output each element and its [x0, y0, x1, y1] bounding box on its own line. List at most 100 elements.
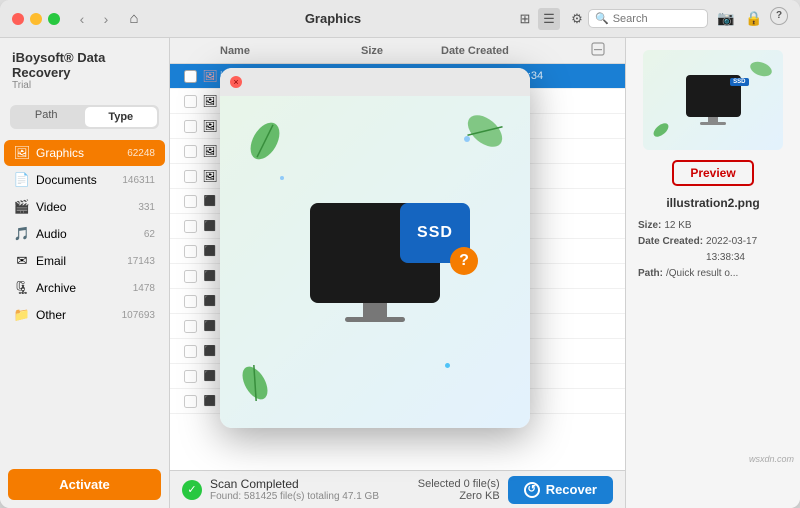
- popup-close-button[interactable]: [230, 76, 242, 88]
- column-headers: Name Size Date Created: [170, 38, 625, 64]
- mac-illustration: SSD ?: [310, 203, 440, 322]
- preview-filename: illustration2.png: [666, 196, 759, 210]
- meta-date-row: Date Created: 2022-03-17 13:38:34: [638, 234, 788, 266]
- selected-info: Selected 0 file(s) Zero KB: [418, 478, 500, 502]
- home-icon[interactable]: ⌂: [124, 9, 144, 29]
- thumb-base: [700, 122, 726, 125]
- other-label: Other: [36, 308, 116, 322]
- graphics-label: Graphics: [36, 146, 121, 160]
- leaf-decoration-tl: [231, 107, 299, 175]
- recover-button[interactable]: ↺ Recover: [508, 476, 613, 504]
- file-type-icon: ⬛: [200, 221, 220, 232]
- tab-path[interactable]: Path: [10, 105, 83, 129]
- meta-size-row: Size: 12 KB: [638, 218, 788, 234]
- list-view-button[interactable]: ☰: [538, 8, 560, 30]
- thumb-screen: SSD: [686, 75, 741, 117]
- ssd-label: SSD: [417, 224, 453, 242]
- documents-count: 146311: [122, 175, 155, 186]
- sidebar-item-email[interactable]: ✉ Email 17143: [4, 248, 165, 274]
- preview-button[interactable]: Preview: [672, 160, 753, 186]
- dot-decoration: [445, 363, 450, 368]
- file-checkbox[interactable]: [180, 95, 200, 108]
- date-meta-label: Date Created:: [638, 234, 703, 266]
- archive-count: 1478: [133, 283, 155, 294]
- app-window: ‹ › ⌂ Graphics ⊞ ☰ ⚙ 🔍 📷 🔒 ? iBoysoft® D…: [0, 0, 800, 508]
- back-button[interactable]: ‹: [72, 9, 92, 29]
- file-type-icon: 🖼: [200, 169, 220, 183]
- mac-screen: SSD ?: [310, 203, 440, 303]
- forward-button[interactable]: ›: [96, 9, 116, 29]
- ssd-illustration: SSD ?: [400, 203, 480, 283]
- file-type-icon: 🖼: [200, 69, 220, 83]
- size-meta-label: Size:: [638, 218, 661, 234]
- ssd-question-mark: ?: [450, 247, 478, 275]
- dot-decoration: [280, 176, 284, 180]
- preview-thumbnail: SSD: [643, 50, 783, 150]
- selected-count: Selected 0 file(s): [418, 478, 500, 490]
- file-checkbox[interactable]: [180, 220, 200, 233]
- name-col-header[interactable]: Name: [220, 45, 361, 57]
- file-checkbox[interactable]: [180, 70, 200, 83]
- leaf-decoration-bl: [221, 349, 289, 417]
- file-type-icon: 🖼: [200, 119, 220, 133]
- meta-path-row: Path: /Quick result o...: [638, 266, 788, 282]
- sidebar-items-list: 🖼 Graphics 62248 📄 Documents 146311 🎬 Vi…: [0, 135, 169, 461]
- popup-titlebar: [220, 68, 530, 96]
- thumb-leaf-2: [649, 118, 673, 142]
- documents-label: Documents: [36, 173, 116, 187]
- file-checkbox[interactable]: [180, 120, 200, 133]
- date-meta-value: 2022-03-17 13:38:34: [706, 234, 788, 266]
- search-input[interactable]: [613, 13, 703, 25]
- sidebar-item-graphics[interactable]: 🖼 Graphics 62248: [4, 140, 165, 166]
- file-area: Name Size Date Created 🖼 illustration2.p…: [170, 38, 625, 508]
- size-col-header[interactable]: Size: [361, 45, 441, 57]
- preview-popup: SSD ?: [220, 68, 530, 428]
- scan-status-sub: Found: 581425 file(s) totaling 47.1 GB: [210, 491, 379, 502]
- file-checkbox[interactable]: [180, 345, 200, 358]
- sidebar-item-other[interactable]: 📁 Other 107693: [4, 302, 165, 328]
- file-checkbox[interactable]: [180, 145, 200, 158]
- file-checkbox[interactable]: [180, 270, 200, 283]
- window-title: Graphics: [152, 11, 514, 26]
- titlebar: ‹ › ⌂ Graphics ⊞ ☰ ⚙ 🔍 📷 🔒 ?: [0, 0, 800, 38]
- close-button[interactable]: [12, 13, 24, 25]
- sidebar-item-video[interactable]: 🎬 Video 331: [4, 194, 165, 220]
- grid-view-button[interactable]: ⊞: [514, 8, 536, 30]
- file-checkbox[interactable]: [180, 170, 200, 183]
- filter-icon[interactable]: ⚙: [566, 8, 588, 30]
- minimize-button[interactable]: [30, 13, 42, 25]
- sidebar-item-archive[interactable]: 🗜 Archive 1478: [4, 275, 165, 301]
- path-meta-label: Path:: [638, 266, 663, 282]
- file-checkbox[interactable]: [180, 245, 200, 258]
- date-col-header[interactable]: Date Created: [441, 45, 591, 57]
- video-count: 331: [138, 202, 155, 213]
- help-icon[interactable]: ?: [770, 7, 788, 25]
- thumb-leaf: [747, 55, 775, 83]
- status-text-group: Scan Completed Found: 581425 file(s) tot…: [210, 477, 379, 502]
- file-type-icon: 🖼: [200, 94, 220, 108]
- file-type-icon: ⬛: [200, 321, 220, 332]
- ssd-body: SSD ?: [400, 203, 470, 263]
- file-checkbox[interactable]: [180, 195, 200, 208]
- archive-label: Archive: [36, 281, 127, 295]
- watermark: wsxdn.com: [749, 454, 794, 464]
- lock-icon[interactable]: 🔒: [742, 7, 766, 31]
- sidebar-header: iBoysoft® Data Recovery Trial: [0, 38, 169, 99]
- activate-button[interactable]: Activate: [8, 469, 161, 500]
- video-icon: 🎬: [14, 199, 30, 215]
- sidebar-item-audio[interactable]: 🎵 Audio 62: [4, 221, 165, 247]
- camera-icon[interactable]: 📷: [714, 7, 738, 31]
- tab-type[interactable]: Type: [85, 107, 158, 127]
- video-label: Video: [36, 200, 132, 214]
- sidebar-item-documents[interactable]: 📄 Documents 146311: [4, 167, 165, 193]
- file-checkbox[interactable]: [180, 395, 200, 408]
- maximize-button[interactable]: [48, 13, 60, 25]
- mac-base: [345, 317, 405, 322]
- selected-size: Zero KB: [418, 490, 500, 502]
- file-checkbox[interactable]: [180, 370, 200, 383]
- mac-stand: [363, 303, 387, 317]
- file-checkbox[interactable]: [180, 295, 200, 308]
- save-col-header: [591, 42, 615, 59]
- file-checkbox[interactable]: [180, 320, 200, 333]
- popup-image-content: SSD ?: [220, 96, 530, 428]
